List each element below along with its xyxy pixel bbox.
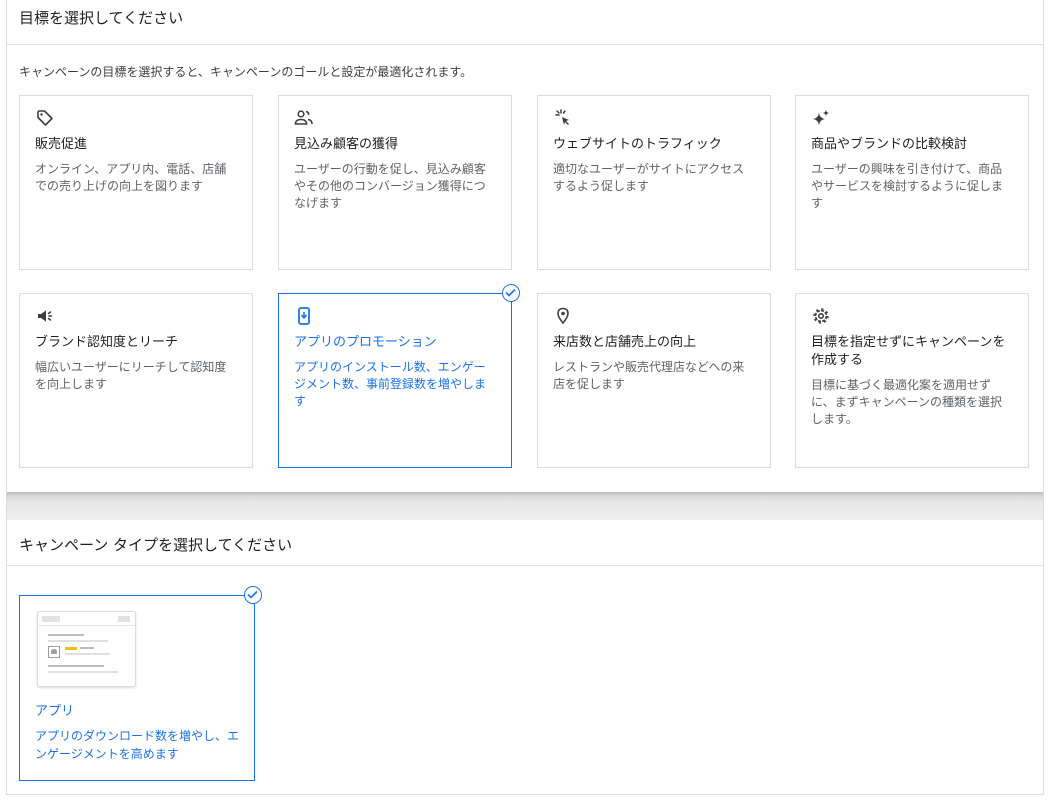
goal-card-app-promotion[interactable]: アプリのプロモーション アプリのインストール数、エンゲージメント数、事前登録数を… [278, 293, 512, 468]
click-sparkle-icon [553, 108, 573, 128]
campaign-type-section-title: キャンペーン タイプを選択してください [19, 536, 293, 554]
goal-card-no-goal[interactable]: 目標を指定せずにキャンペーンを作成する 目標に基づく最適化案を適用せずに、まずキ… [795, 293, 1029, 468]
goal-card-description: レストランや販売代理店などへの来店を促します [553, 360, 745, 391]
campaign-type-card-app[interactable]: アプリ アプリのダウンロード数を増やし、エンゲージメントを高めます [19, 595, 255, 781]
divider [7, 44, 1043, 45]
divider [7, 565, 1043, 566]
goal-card-description: 適切なユーザーがサイトにアクセスするよう促します [553, 162, 745, 193]
goal-card-title: アプリのプロモーション [294, 335, 437, 350]
goal-card-description: オンライン、アプリ内、電話、店舗での売り上げの向上を図ります [35, 162, 227, 193]
goal-card-store-visits[interactable]: 来店数と店舗売上の向上 レストランや販売代理店などへの来店を促します [537, 293, 771, 468]
campaign-creation-panel: 目標を選択してください キャンペーンの目標を選択すると、キャンペーンのゴールと設… [6, 0, 1044, 795]
gear-icon [811, 306, 831, 326]
goal-section: 目標を選択してください キャンペーンの目標を選択すると、キャンペーンのゴールと設… [7, 0, 1043, 492]
goal-card-description: 幅広いユーザーにリーチして認知度を向上します [35, 360, 227, 391]
section-separator [7, 492, 1043, 520]
goal-card-description: ユーザーの行動を促し、見込み顧客やその他のコンバージョン獲得につなげます [294, 162, 486, 210]
campaign-type-card-title: アプリ [35, 704, 75, 719]
goal-card-title: ブランド認知度とリーチ [35, 335, 179, 350]
app-campaign-thumbnail [37, 611, 136, 687]
goal-card-title: 商品やブランドの比較検討 [811, 137, 968, 152]
goal-card-title: 目標を指定せずにキャンペーンを作成する [811, 335, 1006, 368]
goal-card-description: 目標に基づく最適化案を適用せずに、まずキャンペーンの種類を選択します。 [811, 378, 1003, 426]
goal-card-traffic[interactable]: ウェブサイトのトラフィック 適切なユーザーがサイトにアクセスするよう促します [537, 95, 771, 270]
goal-card-leads[interactable]: 見込み顧客の獲得 ユーザーの行動を促し、見込み顧客やその他のコンバージョン獲得に… [278, 95, 512, 270]
sparkle-icon [811, 108, 831, 128]
goal-card-title: 見込み顧客の獲得 [294, 137, 399, 152]
goal-card-description: ユーザーの興味を引き付けて、商品やサービスを検討するように促します [811, 162, 1004, 210]
goal-card-title: ウェブサイトのトラフィック [553, 137, 722, 152]
phone-download-icon [294, 306, 314, 326]
goal-section-description: キャンペーンの目標を選択すると、キャンペーンのゴールと設定が最適化されます。 [19, 65, 473, 79]
goal-card-title: 来店数と店舗売上の向上 [553, 335, 697, 350]
campaign-type-card-description: アプリのダウンロード数を増やし、エンゲージメントを高めます [35, 729, 240, 761]
goal-section-title: 目標を選択してください [19, 9, 184, 27]
megaphone-icon [35, 306, 55, 326]
location-pin-icon [553, 306, 573, 326]
selected-check-icon [502, 284, 520, 302]
goal-card-title: 販売促進 [35, 137, 88, 152]
goal-card-description: アプリのインストール数、エンゲージメント数、事前登録数を増やします [294, 360, 487, 408]
goal-card-awareness[interactable]: ブランド認知度とリーチ 幅広いユーザーにリーチして認知度を向上します [19, 293, 253, 468]
people-icon [294, 108, 314, 128]
campaign-type-section: キャンペーン タイプを選択してください アプリ アプリのダウンロード数を増やし、… [7, 520, 1043, 794]
tag-icon [35, 108, 55, 128]
goal-card-consideration[interactable]: 商品やブランドの比較検討 ユーザーの興味を引き付けて、商品やサービスを検討するよ… [795, 95, 1029, 270]
selected-check-icon [244, 586, 262, 604]
goal-card-sales[interactable]: 販売促進 オンライン、アプリ内、電話、店舗での売り上げの向上を図ります [19, 95, 253, 270]
